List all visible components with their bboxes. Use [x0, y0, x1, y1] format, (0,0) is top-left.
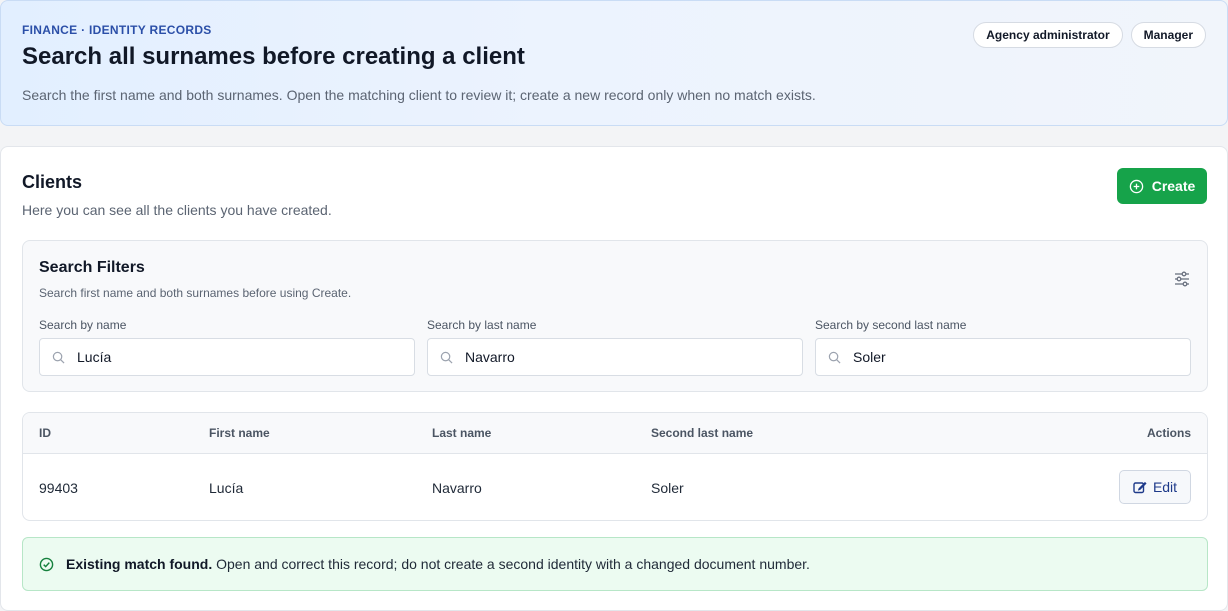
last-name-filter-label: Search by last name — [427, 318, 537, 332]
column-header-id: ID — [39, 426, 51, 440]
cell-id: 99403 — [39, 480, 78, 496]
second-last-name-filter-label: Search by second last name — [815, 318, 967, 332]
name-filter-label: Search by name — [39, 318, 127, 332]
filters-title: Search Filters — [39, 259, 145, 276]
clients-card: Clients Here you can see all the clients… — [0, 146, 1228, 611]
role-badge-manager: Manager — [1130, 22, 1206, 48]
search-icon — [52, 351, 65, 363]
page-description: Search the first name and both surnames.… — [22, 87, 816, 103]
alert-bold-text: Existing match found. — [66, 556, 213, 572]
second-last-name-filter: Search by second last name — [815, 318, 1191, 376]
filters-subtitle: Search first name and both surnames befo… — [39, 286, 352, 300]
name-input-box[interactable] — [39, 338, 415, 376]
match-found-alert: Existing match found. Open and correct t… — [22, 537, 1208, 591]
create-client-button[interactable]: Create — [1117, 168, 1207, 204]
breadcrumb-eyebrow: FINANCE · IDENTITY RECORDS — [22, 23, 212, 37]
check-circle-icon — [39, 557, 54, 571]
cell-last-name: Navarro — [432, 480, 482, 496]
last-name-filter: Search by last name — [427, 318, 803, 376]
plus-circle-icon — [1129, 179, 1143, 193]
column-header-second-last-name: Second last name — [651, 426, 754, 440]
name-filter: Search by name — [39, 318, 415, 376]
edit-client-button[interactable]: Edit — [1119, 470, 1191, 504]
search-name-input[interactable] — [77, 349, 397, 365]
clients-subtitle: Here you can see all the clients you hav… — [22, 202, 332, 218]
cell-first-name: Lucía — [209, 480, 244, 496]
search-second-last-name-input[interactable] — [853, 349, 1173, 365]
column-header-actions: Actions — [1146, 426, 1191, 440]
second-last-name-input-box[interactable] — [815, 338, 1191, 376]
page-header-banner: FINANCE · IDENTITY RECORDS Search all su… — [0, 0, 1228, 126]
alert-detail-text: Open and correct this record; do not cre… — [212, 556, 810, 572]
edit-button-label: Edit — [1152, 479, 1178, 495]
role-badge-agency-administrator: Agency administrator — [973, 22, 1123, 48]
role-badges: Agency administrator Manager — [973, 22, 1206, 48]
page-title: Search all surnames before creating a cl… — [22, 43, 525, 70]
cell-second-last-name: Soler — [651, 480, 684, 496]
edit-icon — [1133, 481, 1147, 494]
clients-title: Clients — [22, 172, 83, 192]
sliders-icon[interactable] — [1173, 270, 1191, 288]
column-header-last-name: Last name — [432, 426, 492, 440]
alert-message: Existing match found. Open and correct t… — [66, 556, 810, 572]
column-header-first-name: First name — [209, 426, 270, 440]
search-icon — [440, 351, 453, 363]
create-button-label: Create — [1151, 178, 1196, 194]
clients-table: ID First name Last name Second last name… — [22, 412, 1208, 521]
table-header: ID First name Last name Second last name… — [23, 413, 1207, 454]
search-last-name-input[interactable] — [465, 349, 785, 365]
search-icon — [828, 351, 841, 363]
search-filters-panel: Search Filters Search first name and bot… — [22, 240, 1208, 392]
last-name-input-box[interactable] — [427, 338, 803, 376]
